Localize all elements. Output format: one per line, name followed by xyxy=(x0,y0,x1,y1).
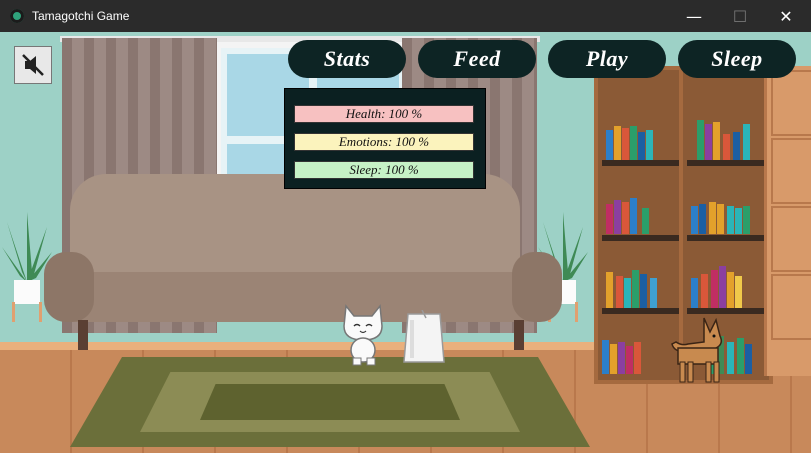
mute-button[interactable] xyxy=(14,46,52,84)
emotions-bar: Emotions: 100 % xyxy=(294,133,474,151)
close-button[interactable]: ✕ xyxy=(763,0,809,32)
game-window: Tamagotchi Game — ☐ ✕ Stats Feed Play Sl… xyxy=(0,0,811,453)
health-bar: Health: 100 % xyxy=(294,105,474,123)
sofa-leg xyxy=(78,320,88,350)
stats-panel: Health: 100 % Emotions: 100 % Sleep: 100… xyxy=(284,88,486,189)
app-icon xyxy=(10,9,24,23)
dog-pet-icon[interactable] xyxy=(664,314,736,386)
minimize-button[interactable]: — xyxy=(671,0,717,32)
sofa-arm-left xyxy=(44,252,94,322)
play-button[interactable]: Play xyxy=(548,40,666,78)
sofa-arm-right xyxy=(512,252,562,322)
maximize-button[interactable]: ☐ xyxy=(717,0,763,32)
cat-pet-icon[interactable] xyxy=(338,300,388,366)
sofa-leg xyxy=(514,320,524,350)
sofa xyxy=(70,174,520,284)
feed-button[interactable]: Feed xyxy=(418,40,536,78)
sleep-bar: Sleep: 100 % xyxy=(294,161,474,179)
food-bag-icon[interactable] xyxy=(402,310,446,366)
stats-button[interactable]: Stats xyxy=(288,40,406,78)
sleep-button[interactable]: Sleep xyxy=(678,40,796,78)
cabinet xyxy=(764,66,811,376)
rug-center xyxy=(200,384,460,420)
title-bar[interactable]: Tamagotchi Game — ☐ ✕ xyxy=(0,0,811,32)
game-scene: Stats Feed Play Sleep Health: 100 % Emot… xyxy=(0,32,811,453)
sofa-seat xyxy=(60,272,540,322)
window-title: Tamagotchi Game xyxy=(32,9,130,23)
speaker-muted-icon xyxy=(22,54,44,76)
